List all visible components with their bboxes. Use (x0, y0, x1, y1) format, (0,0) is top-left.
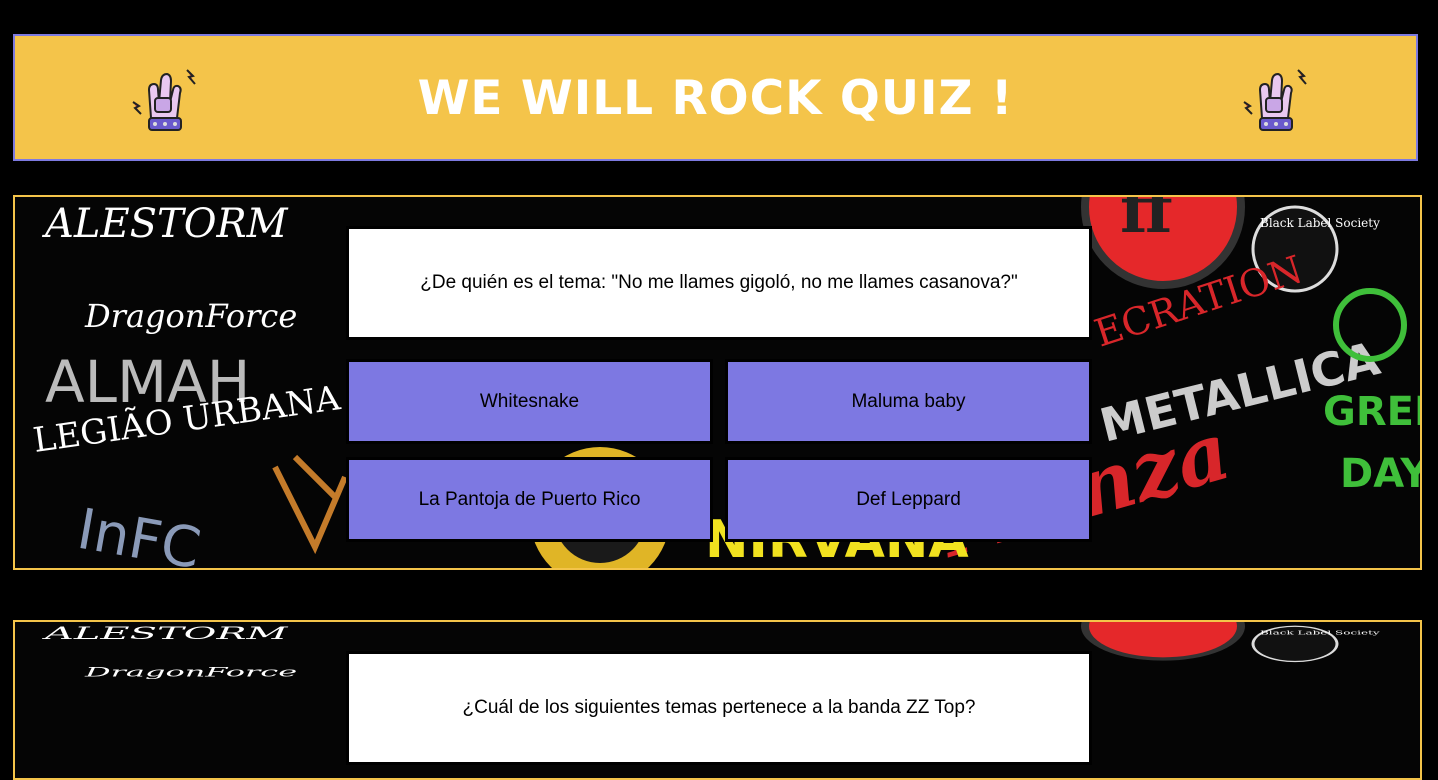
answer-button[interactable]: Def Leppard (725, 457, 1092, 542)
collage-day: DAY (1340, 451, 1420, 497)
answer-button[interactable]: Maluma baby (725, 359, 1092, 444)
rock-hand-icon (1243, 69, 1307, 131)
collage-green: GREEN (1323, 389, 1420, 435)
question-text: ¿De quién es el tema: "No me llames gigo… (346, 226, 1092, 340)
question-card: ALESTORM DragonForce Black Label Society… (13, 620, 1422, 780)
question-text: ¿Cuál de los siguientes temas pertenece … (346, 651, 1092, 765)
quiz-header: WE WILL ROCK QUIZ ! (13, 34, 1418, 161)
svg-text:ff: ff (1120, 197, 1176, 248)
collage-alestorm: ALESTORM (41, 201, 289, 247)
answer-button[interactable]: La Pantoja de Puerto Rico (346, 457, 713, 542)
page-title: WE WILL ROCK QUIZ ! (417, 71, 1014, 126)
answer-button[interactable]: Whitesnake (346, 359, 713, 444)
svg-text:DragonForce: DragonForce (84, 664, 297, 680)
svg-text:ALESTORM: ALESTORM (41, 624, 289, 643)
question-card: ALESTORM DragonForce ALMAH LEGIÃO URBANA… (13, 195, 1422, 570)
collage-black-label: Black Label Society (1260, 216, 1380, 230)
collage-dragonforce: DragonForce (84, 297, 297, 335)
svg-text:Black Label Society: Black Label Society (1260, 630, 1381, 636)
